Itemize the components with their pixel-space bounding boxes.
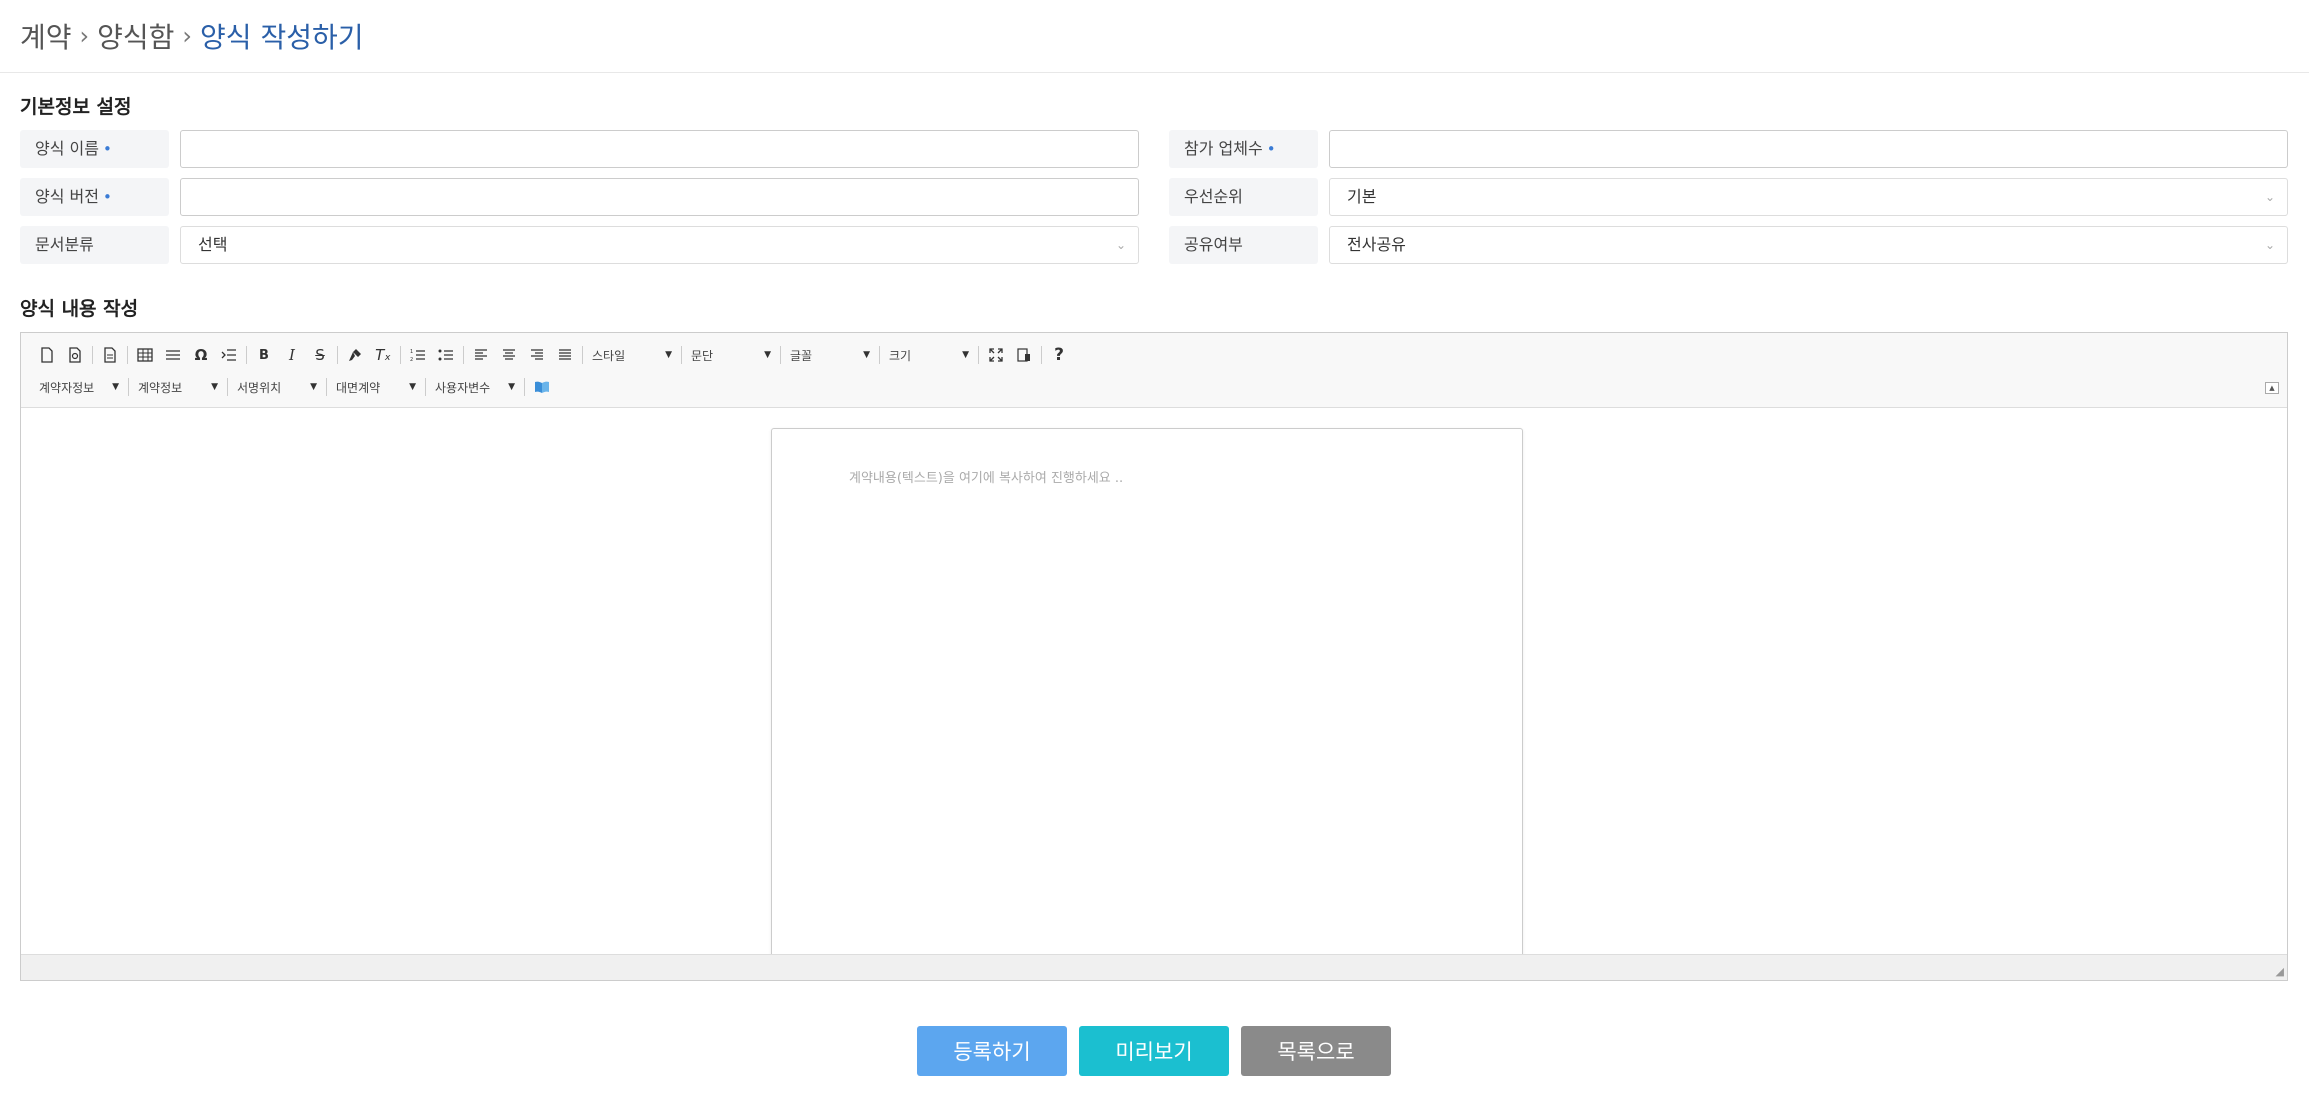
priority-label: 우선순위: [1169, 178, 1318, 216]
collapse-toolbar-icon[interactable]: ▲: [2265, 382, 2279, 394]
book-icon[interactable]: [528, 374, 556, 400]
priority-select[interactable]: 기본 ⌄: [1329, 178, 2288, 216]
maximize-icon[interactable]: [982, 342, 1010, 368]
contract-info-combo[interactable]: 계약정보 ▼: [132, 375, 224, 399]
doc-category-select[interactable]: 선택 ⌄: [180, 226, 1139, 264]
bold-icon[interactable]: B: [250, 342, 278, 368]
basic-info-title: 기본정보 설정: [20, 96, 132, 118]
indent-icon[interactable]: [215, 342, 243, 368]
align-left-icon[interactable]: [467, 342, 495, 368]
form-version-label: 양식 버전 •: [20, 178, 169, 216]
participants-input[interactable]: [1329, 130, 2288, 168]
align-right-icon[interactable]: [523, 342, 551, 368]
style-combo[interactable]: 스타일 ▼: [586, 343, 678, 367]
face-to-face-combo[interactable]: 대면계약 ▼: [330, 375, 422, 399]
editor-placeholder: 계약내용(텍스트)을 여기에 복사하여 진행하세요 ..: [849, 471, 1124, 486]
form-version-input[interactable]: [180, 178, 1139, 216]
dropdown-arrow-icon: ▼: [863, 350, 870, 360]
dropdown-arrow-icon: ▼: [211, 382, 218, 392]
back-to-list-button[interactable]: 목록으로: [1241, 1026, 1391, 1076]
required-mark: •: [102, 140, 112, 158]
sharing-select[interactable]: 전사공유 ⌄: [1329, 226, 2288, 264]
dropdown-arrow-icon: ▼: [508, 382, 515, 392]
form-row: 양식 버전 • 우선순위 기본 ⌄: [0, 178, 2309, 216]
form-row: 문서분류 선택 ⌄ 공유여부 전사공유 ⌄: [0, 226, 2309, 264]
preview-icon[interactable]: [61, 342, 89, 368]
form-row: 양식 이름 • 참가 업체수 •: [0, 130, 2309, 168]
template-icon[interactable]: [96, 342, 124, 368]
align-justify-icon[interactable]: [551, 342, 579, 368]
breadcrumb-current: 양식 작성하기: [200, 21, 364, 54]
bullet-list-icon[interactable]: [432, 342, 460, 368]
dropdown-arrow-icon: ▼: [112, 382, 119, 392]
help-icon[interactable]: ?: [1045, 342, 1073, 368]
breadcrumb-form-box[interactable]: 양식함: [97, 16, 174, 56]
page-header: 계약 › 양식함 › 양식 작성하기: [0, 0, 2309, 73]
paint-brush-icon[interactable]: [341, 342, 369, 368]
editor-toolbar: Ω B I S Tₓ 12 스타일 ▼ 문단 ▼ 글꼴 ▼ 크기 ▼ ? 계약자…: [21, 333, 2287, 408]
paragraph-combo[interactable]: 문단 ▼: [685, 343, 777, 367]
form-name-label: 양식 이름 •: [20, 130, 169, 168]
chevron-down-icon: ⌄: [2264, 238, 2275, 252]
form-name-input[interactable]: [180, 130, 1139, 168]
remove-format-icon[interactable]: Tₓ: [369, 342, 397, 368]
horizontal-line-icon[interactable]: [159, 342, 187, 368]
size-combo[interactable]: 크기 ▼: [883, 343, 975, 367]
editor-statusbar: ◢: [21, 954, 2287, 980]
editor-page[interactable]: 계약내용(텍스트)을 여기에 복사하여 진행하세요 ..: [771, 428, 1523, 955]
show-blocks-icon[interactable]: [1010, 342, 1038, 368]
numbered-list-icon[interactable]: 12: [404, 342, 432, 368]
breadcrumb: 계약 › 양식함 › 양식 작성하기: [20, 16, 364, 56]
sharing-label: 공유여부: [1169, 226, 1318, 264]
user-variable-combo[interactable]: 사용자변수 ▼: [429, 375, 521, 399]
table-icon[interactable]: [131, 342, 159, 368]
resize-handle-icon[interactable]: ◢: [2276, 965, 2284, 978]
content-title: 양식 내용 작성: [20, 298, 139, 320]
svg-text:1: 1: [410, 349, 413, 355]
align-center-icon[interactable]: [495, 342, 523, 368]
required-mark: •: [102, 188, 112, 206]
dropdown-arrow-icon: ▼: [764, 350, 771, 360]
dropdown-arrow-icon: ▼: [310, 382, 317, 392]
required-mark: •: [1266, 140, 1276, 158]
font-combo[interactable]: 글꼴 ▼: [784, 343, 876, 367]
rich-text-editor: Ω B I S Tₓ 12 스타일 ▼ 문단 ▼ 글꼴 ▼ 크기 ▼ ? 계약자…: [20, 332, 2288, 981]
editor-content-area[interactable]: 계약내용(텍스트)을 여기에 복사하여 진행하세요 ..: [21, 409, 2287, 955]
breadcrumb-separator: ›: [79, 22, 90, 50]
dropdown-arrow-icon: ▼: [665, 350, 672, 360]
breadcrumb-contract[interactable]: 계약: [20, 16, 72, 56]
strikethrough-icon[interactable]: S: [306, 342, 334, 368]
dropdown-arrow-icon: ▼: [409, 382, 416, 392]
chevron-down-icon: ⌄: [1115, 238, 1126, 252]
doc-category-label: 문서분류: [20, 226, 169, 264]
sign-position-combo[interactable]: 서명위치 ▼: [231, 375, 323, 399]
italic-icon[interactable]: I: [278, 342, 306, 368]
register-button[interactable]: 등록하기: [917, 1026, 1067, 1076]
contractor-info-combo[interactable]: 계약자정보 ▼: [33, 375, 125, 399]
special-char-icon[interactable]: Ω: [187, 342, 215, 368]
new-page-icon[interactable]: [33, 342, 61, 368]
svg-text:2: 2: [410, 357, 413, 362]
preview-button[interactable]: 미리보기: [1079, 1026, 1229, 1076]
participants-label: 참가 업체수 •: [1169, 130, 1318, 168]
dropdown-arrow-icon: ▼: [962, 350, 969, 360]
chevron-down-icon: ⌄: [2264, 190, 2275, 204]
breadcrumb-separator: ›: [182, 22, 193, 50]
